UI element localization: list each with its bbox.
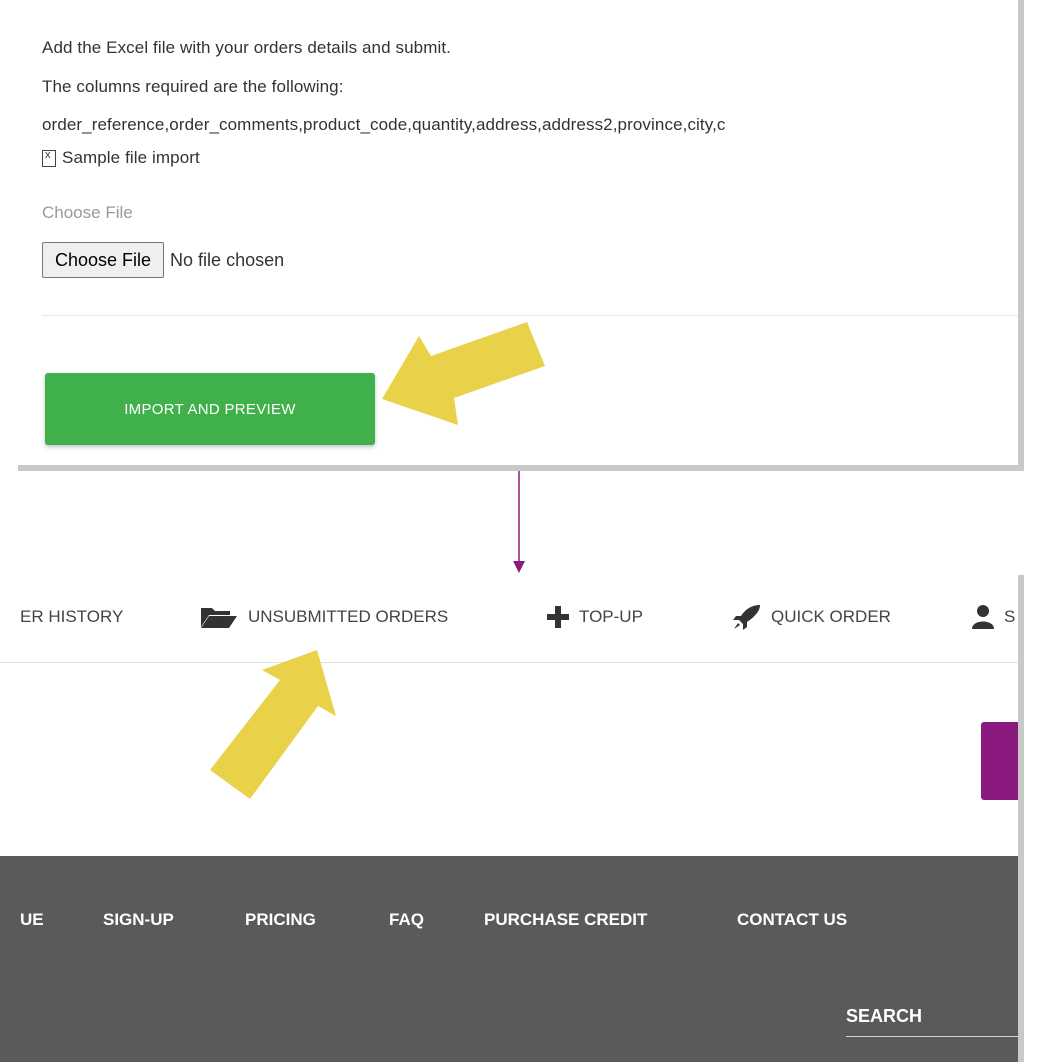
- nav-item-label: S: [1004, 607, 1016, 626]
- nav-item-unsubmitted-orders[interactable]: UNSUBMITTED ORDERS: [200, 597, 448, 637]
- search-underline: [846, 1036, 1018, 1037]
- nav-item-label: ER HISTORY: [20, 607, 124, 626]
- action-button[interactable]: [981, 722, 1018, 800]
- user-icon: [972, 605, 994, 629]
- search-input[interactable]: SEARCH: [846, 1006, 922, 1027]
- nav-item-top-up[interactable]: TOP-UP: [547, 597, 643, 637]
- footer-link-purchase-credit[interactable]: PURCHASE CREDIT: [484, 910, 647, 930]
- nav-item-label: TOP-UP: [579, 607, 643, 626]
- rocket-icon: [733, 605, 760, 630]
- navigation-crop: ER HISTORY UNSUBMITTED ORDERS TOP-UP QUI…: [0, 575, 1018, 1062]
- nav-divider: [0, 662, 1018, 663]
- nav-item-label: QUICK ORDER: [771, 607, 891, 626]
- footer-link-sign-up[interactable]: SIGN-UP: [103, 910, 174, 930]
- footer: UE SIGN-UP PRICING FAQ PURCHASE CREDIT C…: [0, 856, 1018, 1062]
- top-navigation: ER HISTORY UNSUBMITTED ORDERS TOP-UP QUI…: [0, 597, 1018, 637]
- nav-item-order-history[interactable]: ER HISTORY: [20, 597, 123, 637]
- footer-link-contact-us[interactable]: CONTACT US: [737, 910, 847, 930]
- footer-link-faq[interactable]: FAQ: [389, 910, 424, 930]
- nav-item-quick-order[interactable]: QUICK ORDER: [733, 597, 891, 637]
- footer-link-pricing[interactable]: PRICING: [245, 910, 316, 930]
- footer-link[interactable]: UE: [20, 910, 44, 930]
- folder-open-icon: [201, 608, 237, 628]
- plus-icon: [547, 606, 569, 628]
- nav-item-account[interactable]: S: [972, 597, 1015, 637]
- nav-item-label: UNSUBMITTED ORDERS: [248, 607, 449, 626]
- crop-border: [1018, 575, 1024, 1062]
